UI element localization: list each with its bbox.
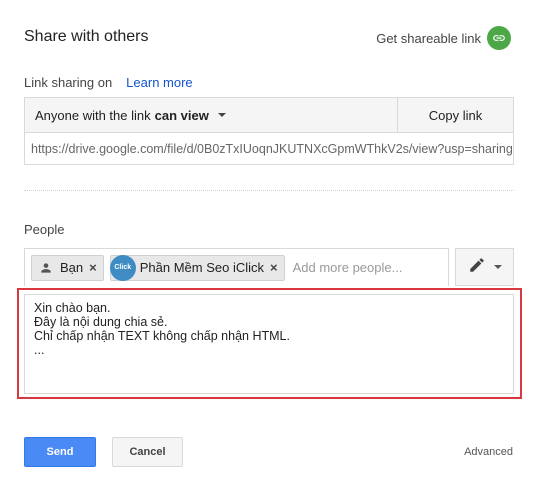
message-line: Đây là nội dung chia sẻ. [34,315,168,329]
cancel-button[interactable]: Cancel [112,437,183,467]
advanced-link[interactable]: Advanced [464,446,513,458]
people-input[interactable]: Bạn × Click Phần Mềm Seo iClick × Add mo… [24,248,449,286]
person-chip-label: Bạn [60,260,84,275]
person-chip[interactable]: Bạn × [31,254,104,281]
caret-down-icon [217,113,226,117]
link-icon [487,26,511,50]
link-sharing-row: Link sharing on Learn more [24,75,193,90]
section-divider [24,190,514,191]
person-chip[interactable]: Click Phần Mềm Seo iClick × [109,254,285,281]
link-sharing-label: Link sharing on [24,75,113,90]
permission-dropdown-button[interactable] [455,248,514,286]
link-access-bar: Anyone with the link can view Copy link [24,97,514,133]
message-textarea[interactable]: Xin chào bạn. Đây là nội dung chia sẻ. C… [24,294,514,394]
message-line: Chỉ chấp nhận TEXT không chấp nhận HTML. [34,329,290,343]
add-more-people-placeholder[interactable]: Add more people... [293,260,403,275]
get-shareable-link-button[interactable]: Get shareable link [376,26,511,50]
remove-chip-icon[interactable]: × [89,260,97,275]
share-url-field[interactable]: https://drive.google.com/file/d/0B0zTxIU… [24,133,514,165]
get-shareable-link-label: Get shareable link [376,30,481,46]
message-line: ... [34,343,45,357]
person-icon [36,258,56,278]
copy-link-button[interactable]: Copy link [397,98,513,132]
pencil-icon [468,256,486,279]
learn-more-link[interactable]: Learn more [126,75,192,90]
person-chip-label: Phần Mềm Seo iClick [139,260,265,275]
remove-chip-icon[interactable]: × [270,260,278,275]
access-level-dropdown[interactable]: Anyone with the link can view [25,98,397,132]
access-prefix: Anyone with the link [35,107,151,123]
caret-down-icon [493,265,502,269]
send-button[interactable]: Send [24,437,96,467]
dialog-title: Share with others [24,28,149,45]
message-line: Xin chào bạn. [34,301,111,315]
avatar: Click [109,254,136,281]
people-label: People [24,222,65,237]
access-level: can view [154,107,209,123]
